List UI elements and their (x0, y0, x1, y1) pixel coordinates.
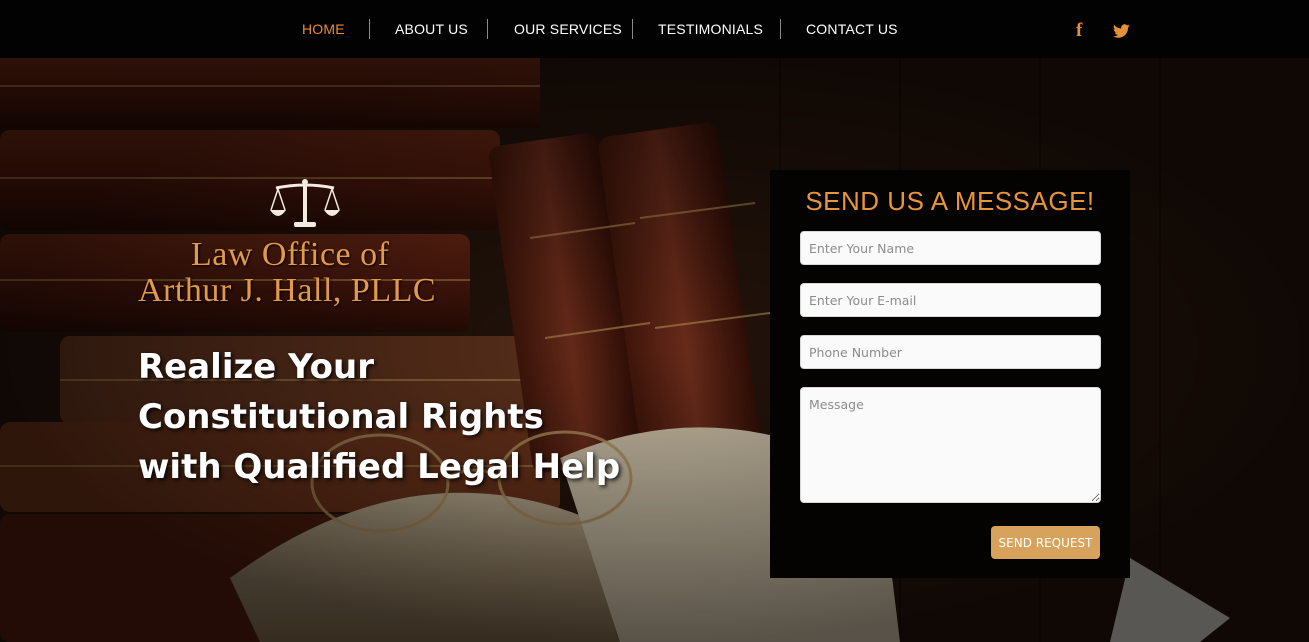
nav-divider (632, 19, 633, 39)
email-input[interactable] (800, 283, 1101, 317)
twitter-icon[interactable] (1112, 24, 1131, 44)
logo-text-line2: Arthur J. Hall, PLLC (138, 272, 437, 309)
form-title: SEND US A MESSAGE! (805, 186, 1095, 216)
nav-divider (369, 19, 370, 39)
scales-of-justice-icon (270, 179, 340, 227)
top-navbar: HOME ABOUT US OUR SERVICES TESTIMONIALS … (0, 0, 1309, 58)
message-textarea[interactable] (800, 387, 1101, 503)
nav-divider (780, 19, 781, 39)
phone-input[interactable] (800, 335, 1101, 369)
send-request-button[interactable]: SEND REQUEST (991, 526, 1100, 559)
nav-contact-us[interactable]: CONTACT US (806, 21, 898, 37)
hero-section: Law Office of Arthur J. Hall, PLLC Reali… (0, 58, 1309, 642)
contact-form: SEND US A MESSAGE! SEND REQUEST (770, 170, 1130, 578)
nav-our-services[interactable]: OUR SERVICES (514, 21, 622, 37)
nav-home[interactable]: HOME (302, 21, 345, 37)
nav-divider (487, 19, 488, 39)
nav-about-us[interactable]: ABOUT US (395, 21, 468, 37)
nav-testimonials[interactable]: TESTIMONIALS (658, 21, 763, 37)
name-input[interactable] (800, 231, 1101, 265)
facebook-icon[interactable]: f (1076, 20, 1082, 42)
logo-text-line1: Law Office of (191, 236, 390, 273)
hero-headline: Realize Your Constitutional Rights with … (138, 347, 621, 487)
